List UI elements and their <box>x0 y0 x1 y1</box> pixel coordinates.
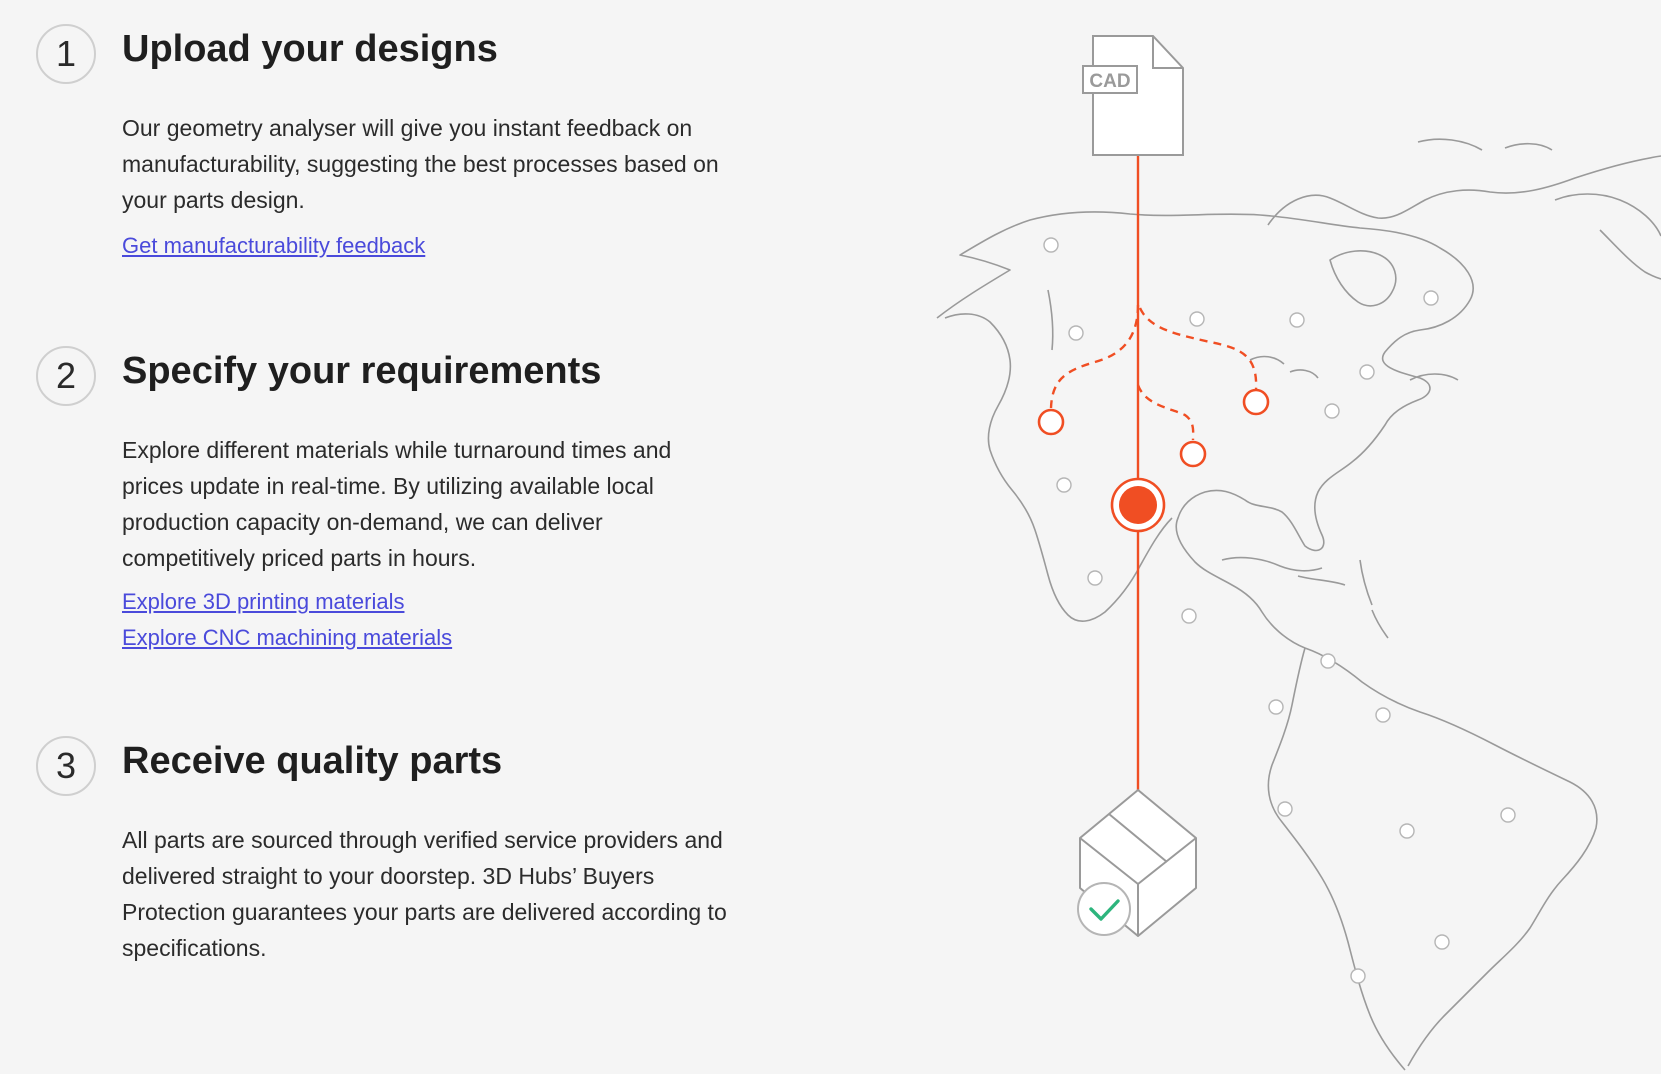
illustration-svg: CAD <box>936 35 1661 1071</box>
step-title: Upload your designs <box>122 28 498 70</box>
steps-section: 1 Upload your designs Our geometry analy… <box>0 0 760 1074</box>
step-description: Our geometry analyser will give you inst… <box>122 115 719 213</box>
supplier-pins <box>1037 388 1270 468</box>
cad-file-label: CAD <box>1089 71 1130 92</box>
explore-3d-printing-link[interactable]: Explore 3D printing materials <box>122 584 452 620</box>
cad-file-icon: CAD <box>1082 35 1184 156</box>
step-number: 3 <box>36 736 96 796</box>
step-title: Receive quality parts <box>122 740 503 782</box>
step-number: 1 <box>36 24 96 84</box>
location-pin-icon <box>1242 388 1270 416</box>
selected-location-icon <box>1110 477 1166 533</box>
supplier-routes <box>1049 304 1258 441</box>
checkmark-icon <box>1077 882 1131 936</box>
get-manufacturability-feedback-link[interactable]: Get manufacturability feedback <box>122 228 425 264</box>
step-description: Explore different materials while turnar… <box>122 437 672 571</box>
step-links: Explore 3D printing materials Explore CN… <box>122 584 452 656</box>
step-number: 2 <box>36 346 96 406</box>
step-title: Specify your requirements <box>122 350 602 392</box>
process-illustration: CAD <box>900 0 1661 1074</box>
location-pin-icon <box>1179 440 1207 468</box>
location-pin-icon <box>1037 408 1065 436</box>
step-links: Get manufacturability feedback <box>122 228 425 264</box>
explore-cnc-machining-link[interactable]: Explore CNC machining materials <box>122 620 452 656</box>
step-description: All parts are sourced through verified s… <box>122 827 727 961</box>
world-map <box>936 138 1661 1071</box>
